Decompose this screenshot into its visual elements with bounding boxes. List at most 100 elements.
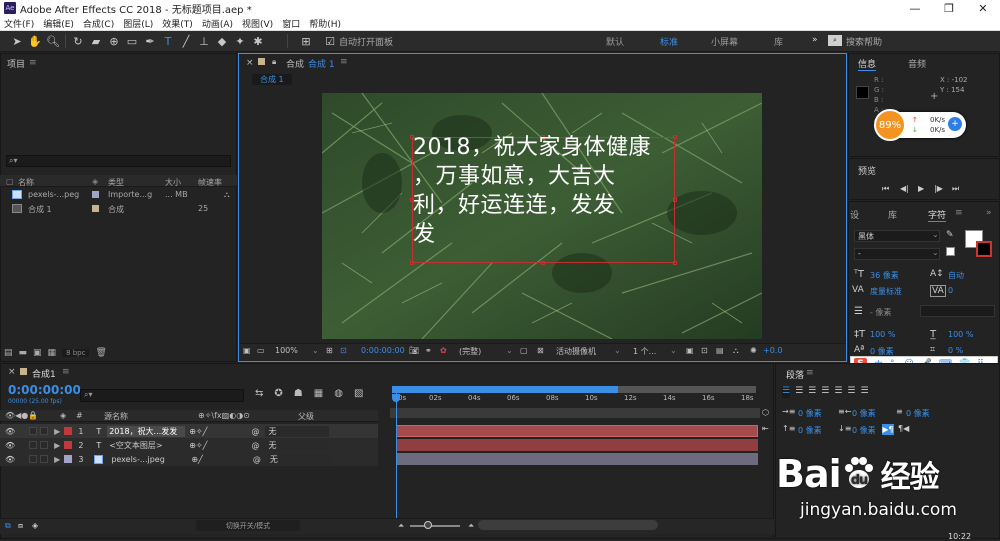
stroke-width-value[interactable]: - 像素 <box>870 307 891 318</box>
camera-dropdown[interactable]: 活动摄像机 <box>556 346 596 357</box>
memory-usage-badge[interactable]: 89% <box>874 109 906 141</box>
chevron-down-icon[interactable]: ⌄ <box>614 346 621 355</box>
indent-first-value[interactable]: 0 像素 <box>906 408 930 419</box>
layer-switches-icons[interactable]: ⊕╱ <box>191 455 203 464</box>
align-center-icon[interactable]: ☰ <box>795 386 803 398</box>
table-row[interactable]: 👁 ▶ 1 T 2018，祝大...发发 ⊕✧╱ @ 无 <box>0 424 378 438</box>
zoom-tool-icon[interactable]: 🔍︎ <box>44 32 62 50</box>
search-help-icon[interactable]: ⌕ <box>828 35 842 46</box>
vertical-scale-value[interactable]: 100 % <box>870 330 895 339</box>
visibility-eye-icon[interactable]: 👁 <box>5 455 15 464</box>
menu-effect[interactable]: 效果(T) <box>162 17 193 30</box>
lock-toggle[interactable] <box>40 441 49 449</box>
source-name-header[interactable]: 源名称 <box>104 411 128 422</box>
expand-arrow-icon[interactable]: ▶ <box>54 455 60 464</box>
restore-button[interactable]: ❐ <box>932 0 966 16</box>
project-search-input[interactable] <box>6 155 231 167</box>
tab-effects-presets[interactable]: 设 <box>850 208 859 221</box>
layer-duration-bar[interactable] <box>396 425 758 437</box>
fast-preview-icon[interactable]: ⊡ <box>701 346 708 355</box>
toggle-switches-modes-button[interactable]: 切换开关/模式 <box>196 520 300 531</box>
shy-layers-icon[interactable]: ☗ <box>294 388 303 399</box>
comp-menu-icon[interactable]: ≡ <box>340 57 348 67</box>
monitor-icon[interactable]: ▭ <box>257 346 265 355</box>
draft-3d-icon[interactable]: ✪ <box>274 388 282 399</box>
motion-blur-icon[interactable]: ◍ <box>334 388 343 399</box>
playhead-handle[interactable] <box>392 394 400 402</box>
hand-tool-icon[interactable]: ✋ <box>26 32 44 50</box>
space-before-value[interactable]: 0 像素 <box>798 425 822 436</box>
layer-end-icon[interactable]: ⇤ <box>762 424 769 433</box>
project-item-name[interactable]: pexels-...peg <box>28 190 79 199</box>
menu-edit[interactable]: 编辑(E) <box>43 17 74 30</box>
channel-rgb-icon[interactable]: ✿ <box>440 346 447 355</box>
expand-arrow-icon[interactable]: ▶ <box>54 427 60 436</box>
layer-label-swatch[interactable] <box>64 455 73 463</box>
zoom-in-mountain-icon[interactable]: ⏶ <box>468 521 474 531</box>
search-help-input[interactable]: 搜索帮助 <box>846 35 882 48</box>
chevron-down-icon[interactable]: ⌄ <box>670 346 677 355</box>
camera-tool-icon[interactable]: ▰ <box>87 32 105 50</box>
layer-name[interactable]: <空文本图层> <box>107 440 185 451</box>
col-type[interactable]: 类型 <box>108 177 124 188</box>
timeline-tab[interactable]: 合成1 <box>32 367 56 380</box>
exposure-reset-icon[interactable]: ✺ <box>750 346 757 355</box>
graph-editor-icon[interactable]: ▨ <box>354 388 363 399</box>
justify-left-icon[interactable]: ☰ <box>821 386 829 398</box>
rtl-direction-icon[interactable]: ¶◀ <box>898 424 909 433</box>
col-size[interactable]: 大小 <box>165 177 181 188</box>
overlay-text-block[interactable]: 2018，祝大家身体健康 ，万事如意，大吉大 利，好运连连，发发 发 <box>413 133 678 249</box>
bpc-button[interactable]: 8 bpc <box>62 349 90 357</box>
col-fps[interactable]: 帧速率 <box>198 177 222 188</box>
lock-toggle[interactable] <box>40 455 49 463</box>
pick-whip-icon[interactable]: @ <box>253 455 261 464</box>
tab-info[interactable]: 信息 <box>858 57 877 71</box>
rectangle-tool-icon[interactable]: ▭ <box>123 32 141 50</box>
layer-label-swatch[interactable] <box>64 427 73 435</box>
layer-switches-toggle-icon[interactable]: ⧉ <box>5 521 11 531</box>
clone-stamp-tool-icon[interactable]: ⊥ <box>195 32 213 50</box>
snapshot-camera-icon[interactable]: 📷︎ <box>409 346 419 355</box>
paragraph-menu-icon[interactable]: ≡ <box>806 368 814 378</box>
show-snapshot-icon[interactable]: ⚭ <box>425 346 432 355</box>
indent-right-value[interactable]: 0 像素 <box>852 408 876 419</box>
workspace-more-button[interactable]: » <box>812 35 818 45</box>
justify-all-icon[interactable]: ☰ <box>860 386 868 398</box>
workspace-library[interactable]: 库 <box>774 35 783 48</box>
auto-open-checkbox[interactable]: ☑ <box>321 32 339 50</box>
font-family-dropdown[interactable]: 黑体 <box>854 230 940 242</box>
chevron-down-icon[interactable]: ⌄ <box>312 346 319 355</box>
last-frame-button[interactable]: ⏭ <box>952 184 959 194</box>
label-swatch[interactable] <box>92 205 99 212</box>
horizontal-scale-value[interactable]: 100 % <box>948 330 973 339</box>
quality-dropdown[interactable]: (完整) <box>459 346 481 357</box>
eyedropper-icon[interactable]: ✎ <box>946 230 954 240</box>
layer-label-swatch[interactable] <box>64 441 73 449</box>
stroke-order-dropdown[interactable] <box>920 305 995 317</box>
flowchart-icon[interactable]: ⛬ <box>733 346 739 356</box>
rotate-tool-icon[interactable]: ↻ <box>69 32 87 50</box>
pan-behind-tool-icon[interactable]: ⊕ <box>105 32 123 50</box>
col-label-icon[interactable]: ◈ <box>92 177 98 186</box>
tsume-value[interactable]: 0 % <box>948 346 963 355</box>
delete-icon[interactable]: 🗑︎ <box>95 348 106 358</box>
zoom-dropdown[interactable]: 100% <box>275 346 298 355</box>
workspace-small-screen[interactable]: 小屏幕 <box>711 35 738 48</box>
next-frame-button[interactable]: |▶ <box>934 184 943 193</box>
pen-tool-icon[interactable]: ✒ <box>141 32 159 50</box>
parent-header[interactable]: 父级 <box>298 411 314 422</box>
indent-left-value[interactable]: 0 像素 <box>798 408 822 419</box>
close-button[interactable]: ✕ <box>966 0 1000 16</box>
region-of-interest-icon[interactable]: ▢ <box>520 346 528 355</box>
panel-overflow-icon[interactable]: » <box>986 208 992 218</box>
table-row[interactable]: 👁 ▶ 2 T <空文本图层> ⊕✧╱ @ 无 <box>0 438 378 452</box>
new-comp-icon[interactable]: ▣ <box>33 348 42 358</box>
layer-name[interactable]: 2018，祝大...发发 <box>107 425 186 437</box>
layer-name[interactable]: pexels-...jpeg <box>109 455 187 464</box>
brush-tool-icon[interactable]: ╱ <box>177 32 195 50</box>
no-fill-swatch[interactable] <box>946 247 955 256</box>
time-ruler[interactable]: 0s 02s 04s 06s 08s 10s 12s 14s 16s 18s <box>388 394 768 408</box>
workspace-standard[interactable]: 标准 <box>660 35 678 48</box>
zoom-slider-thumb[interactable] <box>424 521 432 529</box>
layer-switches-icons[interactable]: ⊕✧╱ <box>189 441 207 450</box>
